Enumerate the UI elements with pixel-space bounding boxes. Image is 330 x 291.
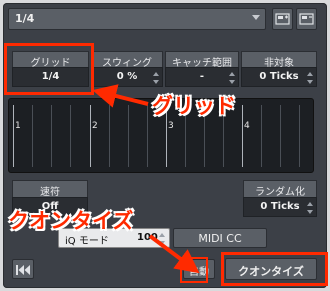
grid-callout-label: グリッド bbox=[152, 94, 236, 118]
quantize-arrow bbox=[148, 234, 200, 274]
quantize-callout-label: クオンタイズ bbox=[8, 209, 134, 233]
annotation-arrows bbox=[92, 84, 200, 274]
grid-arrow bbox=[92, 84, 149, 108]
